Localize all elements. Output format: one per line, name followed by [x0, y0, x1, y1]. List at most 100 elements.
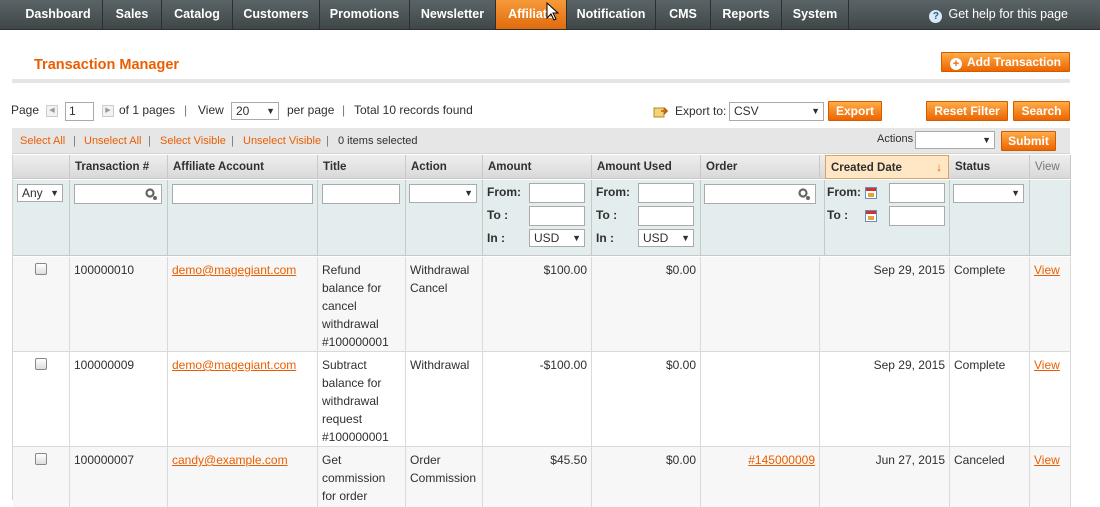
col-amount-used[interactable]: Amount Used — [592, 155, 701, 179]
col-view: View — [1030, 155, 1071, 179]
used-in-label: In : — [596, 231, 614, 245]
nav-notification[interactable]: Notification — [567, 0, 656, 29]
nav-promotions[interactable]: Promotions — [320, 0, 410, 29]
export-label: Export to: — [675, 104, 727, 118]
used-to-input[interactable] — [638, 206, 694, 226]
nav-sales[interactable]: Sales — [103, 0, 162, 29]
used-currency-select[interactable]: USD ▼ — [638, 229, 694, 247]
page-input[interactable]: 1 — [65, 102, 94, 121]
row-checkbox[interactable] — [35, 358, 47, 370]
nav-customers[interactable]: Customers — [233, 0, 320, 29]
separator: | — [326, 135, 329, 147]
search-button[interactable]: Search — [1013, 101, 1070, 121]
view-cell: View — [1030, 447, 1071, 507]
unselect-all-link[interactable]: Unselect All — [84, 135, 141, 147]
row-checkbox[interactable] — [35, 453, 47, 465]
transaction-order — [701, 257, 820, 351]
transaction-amount: $45.50 — [483, 447, 592, 507]
nav-system[interactable]: System — [782, 0, 849, 29]
col-affiliate-account[interactable]: Affiliate Account — [168, 155, 318, 179]
select-all-link[interactable]: Select All — [20, 135, 65, 147]
table-row[interactable]: 100000010 demo@magegiant.com Refund bala… — [13, 257, 1071, 352]
filter-col-transaction — [70, 180, 168, 256]
amount-to-input[interactable] — [529, 206, 585, 226]
table-row[interactable]: 100000009 demo@magegiant.com Subtract ba… — [13, 352, 1071, 447]
col-created-date[interactable]: Created Date ↓ — [825, 155, 949, 179]
row-checkbox-cell — [13, 447, 70, 507]
view-link[interactable]: View — [1034, 263, 1060, 277]
calendar-icon[interactable] — [865, 187, 877, 199]
title-filter-input[interactable] — [322, 184, 400, 204]
reset-filter-button[interactable]: Reset Filter — [926, 101, 1008, 121]
massaction-bar: Select All | Unselect All | Select Visib… — [12, 128, 1070, 154]
order-link[interactable]: #145000009 — [748, 453, 815, 467]
nav-cms[interactable]: CMS — [656, 0, 711, 29]
grid-header: Transaction # Affiliate Account Title Ac… — [13, 155, 1071, 179]
help-link[interactable]: ? Get help for this page — [929, 0, 1068, 29]
transaction-title: Subtract balance for withdrawal request … — [318, 352, 406, 446]
export-button[interactable]: Export — [828, 101, 882, 121]
view-link[interactable]: View — [1034, 453, 1060, 467]
sort-desc-icon: ↓ — [936, 162, 942, 174]
select-visible-link[interactable]: Select Visible — [160, 135, 226, 147]
affiliate-account-cell: demo@magegiant.com — [168, 257, 318, 351]
currency-value: USD — [643, 231, 669, 245]
col-order[interactable]: Order — [701, 155, 820, 179]
amount-to-label: To : — [487, 208, 509, 222]
col-status[interactable]: Status — [950, 155, 1030, 179]
amount-from-label: From: — [487, 185, 521, 199]
prev-page-icon[interactable]: ◀ — [46, 105, 58, 117]
actions-select[interactable]: ▼ — [915, 131, 995, 149]
nav-dashboard[interactable]: Dashboard — [14, 0, 103, 29]
filter-col-account — [168, 180, 318, 256]
add-transaction-button[interactable]: + Add Transaction — [941, 52, 1070, 72]
row-checkbox[interactable] — [35, 263, 47, 275]
date-to-input[interactable] — [889, 206, 945, 226]
per-page-select[interactable]: 20 ▼ — [231, 102, 279, 120]
col-amount[interactable]: Amount — [483, 155, 592, 179]
transaction-amount-used: $0.00 — [592, 257, 701, 351]
next-page-icon[interactable]: ▶ — [102, 105, 114, 117]
col-transaction-number[interactable]: Transaction # — [70, 155, 168, 179]
nav-reports[interactable]: Reports — [711, 0, 782, 29]
nav-catalog[interactable]: Catalog — [162, 0, 233, 29]
account-filter-input[interactable] — [172, 184, 313, 204]
filter-row: Any ▼ ▼ From: To : In : USD ▼ From: To : — [13, 180, 1071, 256]
separator: | — [148, 135, 151, 147]
view-cell: View — [1030, 257, 1071, 351]
chevron-down-icon: ▼ — [50, 188, 59, 198]
help-label: Get help for this page — [948, 7, 1068, 21]
affiliate-account-cell: candy@example.com — [168, 447, 318, 507]
unselect-visible-link[interactable]: Unselect Visible — [243, 135, 321, 147]
action-filter-select[interactable]: ▼ — [409, 184, 477, 203]
date-from-input[interactable] — [889, 183, 945, 203]
view-label: View — [198, 103, 224, 117]
transaction-amount: -$100.00 — [483, 352, 592, 446]
used-from-input[interactable] — [638, 183, 694, 203]
affiliate-account-link[interactable]: demo@magegiant.com — [172, 358, 296, 372]
status-filter-select[interactable]: ▼ — [953, 184, 1024, 203]
view-link[interactable]: View — [1034, 358, 1060, 372]
affiliate-account-link[interactable]: candy@example.com — [172, 453, 288, 467]
submit-button[interactable]: Submit — [1001, 131, 1056, 151]
export-format-select[interactable]: CSV ▼ — [729, 102, 824, 121]
col-title[interactable]: Title — [318, 155, 406, 179]
items-selected-text: 0 items selected — [338, 135, 418, 147]
mouse-cursor-icon — [546, 2, 560, 21]
transaction-id: 100000009 — [70, 352, 168, 446]
massaction-any-select[interactable]: Any ▼ — [17, 184, 63, 202]
affiliate-account-link[interactable]: demo@magegiant.com — [172, 263, 296, 277]
used-from-label: From: — [596, 185, 630, 199]
amount-currency-select[interactable]: USD ▼ — [529, 229, 585, 247]
separator: | — [73, 135, 76, 147]
help-icon: ? — [929, 10, 943, 23]
nav-newsletter[interactable]: Newsletter — [410, 0, 496, 29]
transaction-date: Sep 29, 2015 — [820, 352, 950, 446]
col-action[interactable]: Action — [406, 155, 483, 179]
transaction-amount-used: $0.00 — [592, 447, 701, 507]
chevron-down-icon: ▼ — [266, 106, 275, 116]
table-row[interactable]: 100000007 candy@example.com Get commissi… — [13, 447, 1071, 507]
calendar-icon[interactable] — [865, 210, 877, 222]
filter-col-action: ▼ — [406, 180, 483, 256]
amount-from-input[interactable] — [529, 183, 585, 203]
